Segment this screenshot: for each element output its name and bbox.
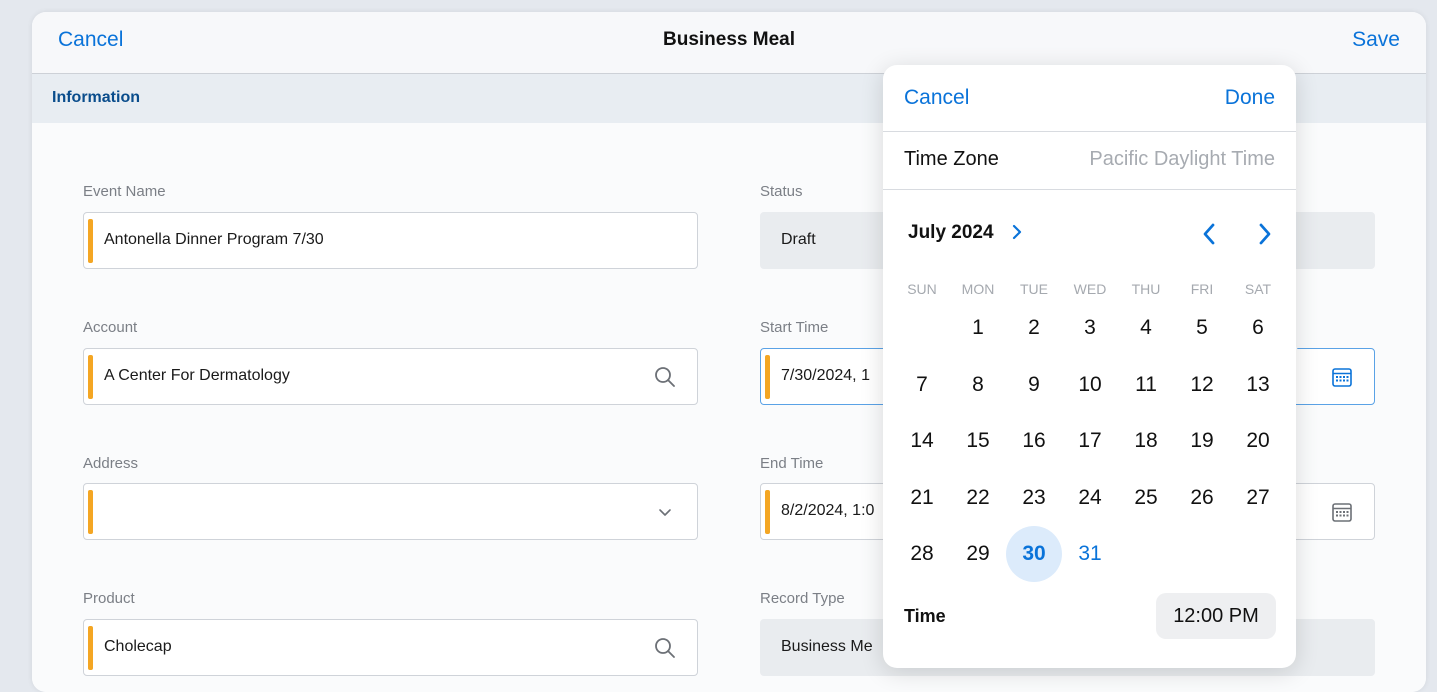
chevron-down-icon[interactable] [653, 500, 677, 524]
search-icon[interactable] [653, 636, 677, 660]
weekday-label: FRI [1190, 281, 1214, 297]
required-indicator [765, 490, 770, 534]
required-indicator [88, 626, 93, 670]
calendar-day[interactable]: 24 [1062, 470, 1118, 526]
calendar-day[interactable]: 27 [1230, 470, 1286, 526]
calendar-day[interactable]: 25 [1118, 470, 1174, 526]
next-month-button[interactable] [1253, 219, 1277, 249]
time-zone-value[interactable]: Pacific Daylight Time [1089, 148, 1275, 171]
product-value: Cholecap [104, 638, 172, 655]
picker-done-button[interactable]: Done [1225, 86, 1275, 110]
time-zone-label: Time Zone [904, 148, 999, 170]
calendar-day[interactable]: 5 [1174, 300, 1230, 356]
calendar-day[interactable]: 16 [1006, 413, 1062, 469]
start-time-label: Start Time [760, 319, 829, 336]
product-field[interactable]: Cholecap [83, 619, 698, 676]
calendar-day[interactable]: 26 [1174, 470, 1230, 526]
divider [883, 131, 1296, 132]
calendar-day[interactable]: 31 [1062, 526, 1118, 582]
event-name-value: Antonella Dinner Program 7/30 [104, 231, 324, 248]
calendar-day[interactable]: 15 [950, 413, 1006, 469]
account-value: A Center For Dermatology [104, 367, 290, 384]
previous-month-button[interactable] [1197, 219, 1221, 249]
end-time-label: End Time [760, 455, 824, 472]
calendar-day[interactable]: 9 [1006, 357, 1062, 413]
calendar-day[interactable]: 11 [1118, 357, 1174, 413]
required-indicator [88, 490, 93, 534]
status-label: Status [760, 183, 803, 200]
account-field[interactable]: A Center For Dermatology [83, 348, 698, 405]
calendar-day[interactable]: 10 [1062, 357, 1118, 413]
section-title: Information [52, 89, 140, 106]
weekday-label: WED [1073, 281, 1107, 297]
address-label: Address [83, 455, 139, 472]
calendar-day[interactable]: 19 [1174, 413, 1230, 469]
calendar-day[interactable]: 8 [950, 357, 1006, 413]
weekday-label: SUN [907, 281, 937, 297]
calendar-day[interactable]: 23 [1006, 470, 1062, 526]
chevron-right-icon[interactable] [1011, 221, 1025, 243]
weekday-label: SAT [1244, 281, 1272, 297]
end-time-value: 8/2/2024, 1:0 [781, 502, 875, 519]
event-name-field[interactable]: Antonella Dinner Program 7/30 [83, 212, 698, 269]
calendar-day[interactable]: 28 [894, 526, 950, 582]
calendar-day[interactable]: 17 [1062, 413, 1118, 469]
save-button[interactable]: Save [1352, 28, 1400, 52]
month-year-label[interactable]: July 2024 [908, 222, 994, 244]
calendar-day[interactable]: 14 [894, 413, 950, 469]
calendar-day[interactable]: 20 [1230, 413, 1286, 469]
calendar-day[interactable]: 3 [1062, 300, 1118, 356]
page-title: Business Meal [663, 29, 795, 50]
calendar-day[interactable]: 4 [1118, 300, 1174, 356]
weekday-label: THU [1131, 281, 1161, 297]
date-picker-popover: Cancel Done Time Zone Pacific Daylight T… [883, 65, 1296, 668]
event-name-label: Event Name [83, 183, 166, 200]
calendar-day[interactable]: 6 [1230, 300, 1286, 356]
required-indicator [88, 355, 93, 399]
calendar-day[interactable]: 29 [950, 526, 1006, 582]
record-type-label: Record Type [760, 590, 845, 607]
calendar-day[interactable]: 7 [894, 357, 950, 413]
calendar-day[interactable]: 12 [1174, 357, 1230, 413]
time-label: Time [904, 606, 946, 626]
start-time-value: 7/30/2024, 1 [781, 367, 870, 384]
calendar-icon[interactable] [1330, 365, 1354, 389]
time-value-button[interactable]: 12:00 PM [1156, 593, 1276, 639]
required-indicator [765, 355, 770, 399]
calendar-day-number: 30 [1022, 542, 1046, 565]
calendar-day[interactable]: 18 [1118, 413, 1174, 469]
record-type-value: Business Me [781, 638, 873, 655]
product-label: Product [83, 590, 135, 607]
address-field[interactable] [83, 483, 698, 540]
required-indicator [88, 219, 93, 263]
status-value: Draft [781, 231, 816, 248]
calendar-day[interactable]: 21 [894, 470, 950, 526]
popover-arrow [1294, 344, 1310, 388]
calendar-day[interactable]: 2 [1006, 300, 1062, 356]
calendar-day[interactable]: 13 [1230, 357, 1286, 413]
search-icon[interactable] [653, 365, 677, 389]
weekday-label: MON [961, 281, 995, 297]
calendar-day-selected[interactable]: 30 [1006, 526, 1062, 582]
weekday-label: TUE [1020, 281, 1048, 297]
calendar-day[interactable]: 1 [950, 300, 1006, 356]
account-label: Account [83, 319, 138, 336]
calendar-day[interactable]: 22 [950, 470, 1006, 526]
picker-cancel-button[interactable]: Cancel [904, 86, 969, 110]
calendar-icon[interactable] [1330, 500, 1354, 524]
divider [883, 189, 1296, 190]
